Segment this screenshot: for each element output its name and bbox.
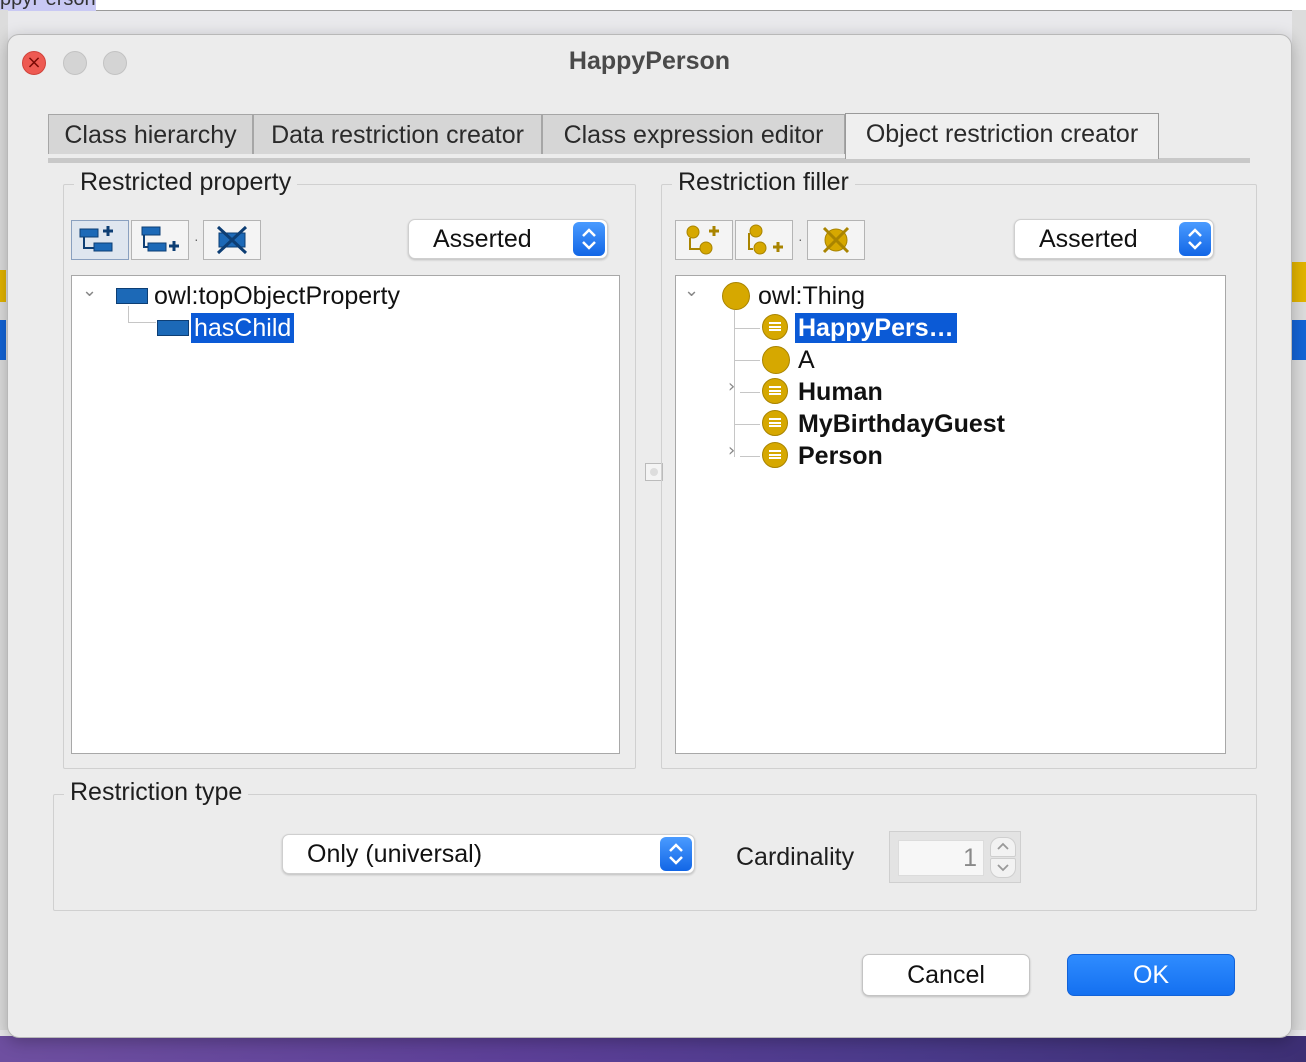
toolbar-separator: · bbox=[194, 231, 199, 247]
cardinality-spinner: 1 bbox=[889, 831, 1021, 883]
add-sibling-class-button[interactable] bbox=[735, 220, 793, 260]
chevron-down-icon[interactable]: ⌄ bbox=[684, 280, 699, 301]
tree-node-top-object-property[interactable]: owl:topObjectProperty bbox=[154, 281, 400, 311]
tree-connector bbox=[128, 306, 129, 323]
class-tree: ⌄ owl:Thing HappyPers… A › Human MyBirth… bbox=[675, 275, 1226, 754]
title-bar: × HappyPerson bbox=[8, 35, 1291, 91]
tree-node-happy-person[interactable]: HappyPers… bbox=[795, 313, 957, 343]
desktop-wallpaper bbox=[0, 1036, 1306, 1062]
tab-class-hierarchy[interactable]: Class hierarchy bbox=[48, 114, 253, 154]
add-subproperty-icon bbox=[79, 226, 113, 252]
defined-class-icon bbox=[762, 410, 788, 436]
restriction-type-select[interactable]: Only (universal) bbox=[282, 834, 695, 874]
tree-connector bbox=[734, 328, 760, 329]
add-subclass-icon bbox=[686, 225, 719, 255]
background-app-text: ppyPerson bbox=[0, 0, 96, 11]
background-app-right bbox=[1292, 10, 1306, 1030]
background-app-bar: ppyPerson bbox=[0, 0, 1306, 11]
tree-node-has-child[interactable]: hasChild bbox=[191, 313, 295, 343]
filler-mode-select[interactable]: Asserted bbox=[1014, 219, 1214, 259]
tree-node-human[interactable]: Human bbox=[798, 377, 883, 407]
background-highlight bbox=[1292, 262, 1306, 302]
add-subproperty-button[interactable] bbox=[71, 220, 129, 260]
cardinality-field[interactable]: 1 bbox=[898, 840, 984, 876]
restriction-dialog: × HappyPerson Class hierarchy Data restr… bbox=[7, 34, 1292, 1038]
tab-data-restriction-creator[interactable]: Data restriction creator bbox=[253, 114, 542, 154]
property-mode-select[interactable]: Asserted bbox=[408, 219, 608, 259]
tree-connector bbox=[734, 424, 760, 425]
toolbar-separator: · bbox=[798, 231, 803, 247]
tab-bar: Class hierarchy Data restriction creator… bbox=[48, 113, 1250, 163]
tree-connector bbox=[128, 322, 156, 323]
filler-mode-value: Asserted bbox=[1039, 225, 1138, 253]
select-arrows-icon bbox=[1179, 222, 1211, 256]
object-property-icon bbox=[157, 320, 189, 336]
delete-class-icon bbox=[822, 226, 850, 254]
chevron-right-icon[interactable]: › bbox=[728, 440, 735, 461]
chevron-down-icon bbox=[997, 864, 1009, 872]
delete-property-icon bbox=[216, 225, 248, 255]
spinner-up-button[interactable] bbox=[990, 837, 1016, 857]
object-property-icon bbox=[116, 288, 148, 304]
delete-class-button[interactable] bbox=[807, 220, 865, 260]
select-arrows-icon bbox=[660, 837, 692, 871]
defined-class-icon bbox=[762, 314, 788, 340]
tree-node-owl-thing[interactable]: owl:Thing bbox=[758, 281, 865, 311]
tree-node-my-birthday-guest[interactable]: MyBirthdayGuest bbox=[798, 409, 1005, 439]
add-sibling-class-icon bbox=[748, 224, 783, 255]
chevron-up-icon bbox=[997, 842, 1009, 850]
ok-button[interactable]: OK bbox=[1067, 954, 1235, 996]
class-icon bbox=[722, 282, 750, 310]
background-selection bbox=[1292, 320, 1306, 360]
window-title: HappyPerson bbox=[568, 47, 731, 75]
cancel-button[interactable]: Cancel bbox=[862, 954, 1030, 996]
property-tree: ⌄ owl:topObjectProperty hasChild bbox=[71, 275, 620, 754]
tab-class-expression-editor[interactable]: Class expression editor bbox=[542, 114, 845, 154]
chevron-right-icon[interactable]: › bbox=[728, 376, 735, 397]
add-sibling-property-button[interactable] bbox=[131, 220, 189, 260]
defined-class-icon bbox=[762, 442, 788, 468]
spinner-down-button[interactable] bbox=[990, 858, 1016, 878]
tree-node-a[interactable]: A bbox=[798, 345, 815, 375]
property-mode-value: Asserted bbox=[433, 225, 532, 253]
tree-connector bbox=[740, 456, 760, 457]
restriction-type-value: Only (universal) bbox=[307, 840, 483, 868]
background-selection bbox=[0, 320, 6, 360]
add-subclass-button[interactable] bbox=[675, 220, 733, 260]
chevron-down-icon[interactable]: ⌄ bbox=[82, 280, 97, 301]
cardinality-label: Cardinality bbox=[736, 843, 855, 871]
restricted-property-title: Restricted property bbox=[74, 168, 298, 197]
restriction-filler-title: Restriction filler bbox=[672, 168, 855, 197]
background-highlight bbox=[0, 270, 6, 302]
tree-connector bbox=[734, 360, 760, 361]
delete-property-button[interactable] bbox=[203, 220, 261, 260]
class-icon bbox=[762, 346, 790, 374]
add-sibling-property-icon bbox=[141, 226, 179, 252]
tree-node-person[interactable]: Person bbox=[798, 441, 883, 471]
tree-connector bbox=[740, 392, 760, 393]
tab-object-restriction-creator[interactable]: Object restriction creator bbox=[845, 113, 1159, 159]
defined-class-icon bbox=[762, 378, 788, 404]
restriction-type-title: Restriction type bbox=[64, 778, 249, 807]
select-arrows-icon bbox=[573, 222, 605, 256]
